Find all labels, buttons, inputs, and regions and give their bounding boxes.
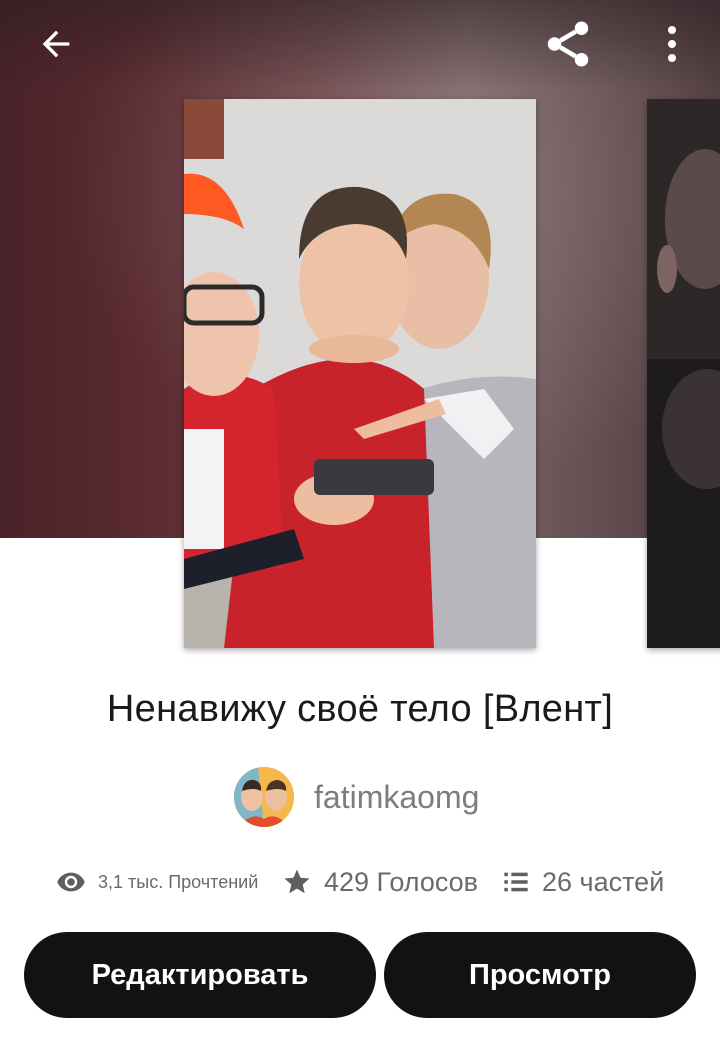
more-options-button[interactable] — [648, 14, 696, 74]
eye-icon — [57, 872, 85, 892]
star-icon — [284, 869, 310, 894]
toolbar-shade — [0, 0, 720, 90]
votes-count: 429 Голосов — [324, 866, 479, 897]
story-cover[interactable] — [184, 99, 536, 648]
reads-count: 3,1 тыс. Прочтений — [98, 871, 259, 892]
more-vertical-icon — [668, 26, 676, 62]
story-cover-image — [184, 99, 536, 648]
avatar-image — [234, 767, 294, 827]
view-button[interactable]: Просмотр — [384, 932, 696, 1018]
parts-count: 26 частей — [542, 866, 665, 897]
parts-stat: 26 частей — [502, 858, 664, 906]
author-avatar[interactable] — [234, 767, 294, 827]
story-title: Ненавижу своё тело [Влент] — [106, 688, 614, 730]
share-button[interactable] — [536, 14, 600, 74]
next-story-cover[interactable] — [647, 99, 720, 648]
back-button[interactable] — [24, 16, 88, 72]
share-icon — [547, 21, 589, 67]
edit-button[interactable]: Редактировать — [24, 932, 376, 1018]
list-icon — [504, 872, 528, 892]
arrow-left-icon — [42, 30, 70, 58]
author-name[interactable]: fatimkaomg — [314, 779, 479, 816]
author-link[interactable]: fatimkaomg — [234, 767, 479, 827]
story-stats: 3,1 тыс. Прочтений 429 Голосов 26 частей — [0, 858, 720, 906]
reads-stat: 3,1 тыс. Прочтений — [56, 858, 258, 906]
next-cover-image — [647, 99, 720, 648]
votes-stat: 429 Голосов — [282, 858, 478, 906]
